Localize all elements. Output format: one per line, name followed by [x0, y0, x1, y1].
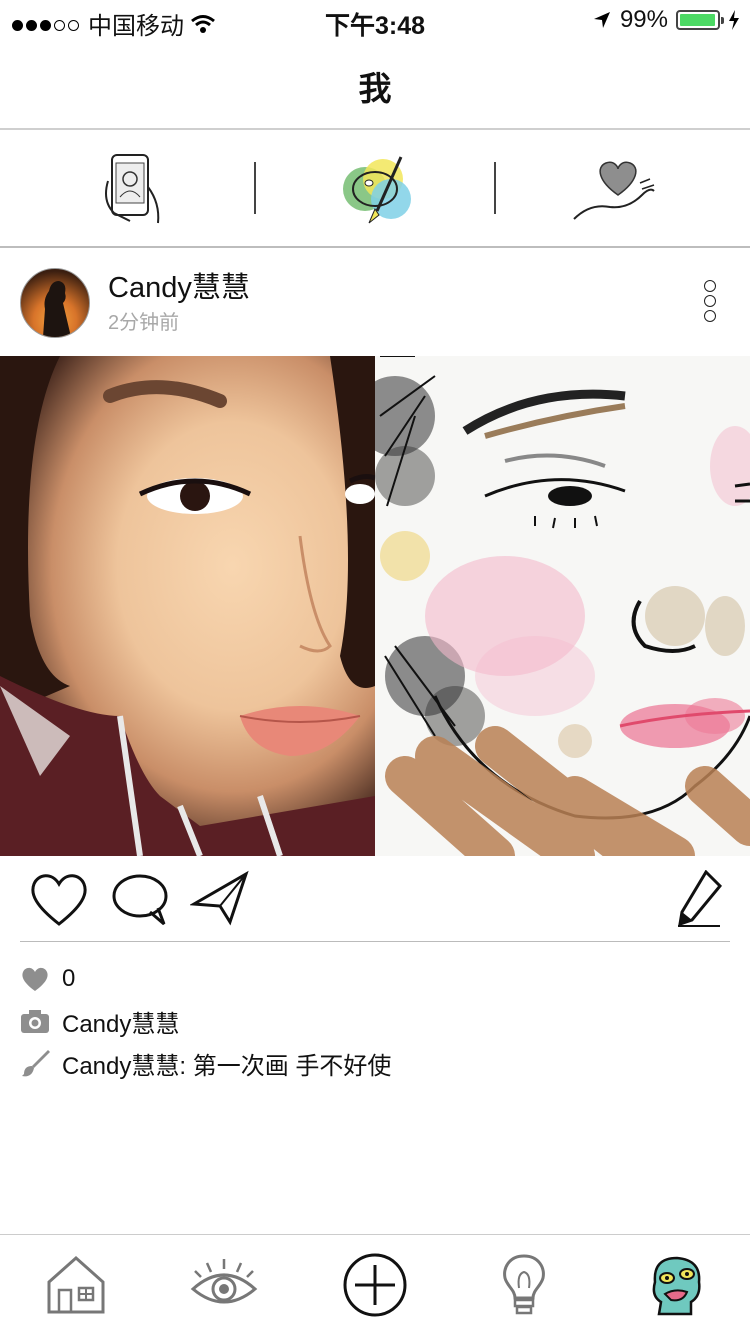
post-header: Candy慧慧 2分钟前: [0, 248, 750, 356]
add-icon: [343, 1253, 407, 1317]
segment-likes[interactable]: [560, 144, 670, 234]
tab-bar: [0, 1234, 750, 1335]
phone-drawing-icon: [105, 154, 160, 224]
selfie-photo: [0, 356, 375, 856]
navigation-bar: 我: [0, 40, 750, 130]
selfie-illustration: [0, 356, 375, 856]
post-username[interactable]: Candy慧慧: [108, 264, 250, 306]
tab-profile[interactable]: [640, 1249, 712, 1321]
post-meta: 0 Candy慧慧 Candy慧慧: 第一次画 手不好使: [20, 958, 730, 1084]
eye-icon: [190, 1259, 258, 1304]
tab-home[interactable]: [40, 1249, 112, 1321]
segment-my-drawings[interactable]: [80, 144, 190, 234]
face-sketch-illustration: [375, 356, 750, 856]
profile-monster-icon: [652, 1256, 701, 1316]
avatar-silhouette-icon: [43, 281, 71, 337]
segment-divider: [494, 162, 496, 214]
paintbrush-icon: [20, 1048, 50, 1078]
battery-icon: [676, 10, 724, 30]
heart-outline-icon: [31, 874, 87, 926]
likes-row: 0: [20, 958, 730, 1000]
comment-button[interactable]: [110, 870, 170, 933]
more-options-icon[interactable]: [704, 280, 718, 322]
drawing-canvas: [375, 356, 750, 856]
profile-segment-control: [0, 130, 750, 248]
status-bar: 中国移动 下午3:48 99%: [0, 0, 750, 40]
speech-bubble-icon: [112, 874, 168, 926]
pencil-icon: [678, 869, 723, 927]
page-title: 我: [358, 70, 392, 107]
post-timestamp: 2分钟前: [108, 312, 180, 334]
tab-create[interactable]: [339, 1249, 411, 1321]
location-arrow-icon: [593, 12, 610, 28]
lightbulb-icon: [503, 1254, 545, 1315]
charging-icon: [729, 10, 739, 30]
paper-plane-icon: [189, 870, 249, 926]
action-divider: [20, 941, 730, 942]
post-image[interactable]: [0, 356, 750, 856]
palette-icon: [343, 156, 411, 224]
battery-percent: 99%: [619, 6, 668, 33]
home-icon: [47, 1255, 105, 1314]
camera-icon: [20, 1006, 50, 1036]
segment-paint[interactable]: [320, 144, 430, 234]
photographer-row: Candy慧慧: [20, 1000, 730, 1042]
tab-discover[interactable]: [188, 1249, 260, 1321]
post-action-bar: [0, 858, 750, 942]
redraw-button[interactable]: [676, 869, 723, 933]
segment-divider: [254, 162, 256, 214]
likes-count: 0: [62, 965, 76, 992]
heart-filled-icon: [20, 964, 50, 994]
post-caption: Candy慧慧: 第一次画 手不好使: [62, 1052, 392, 1080]
tab-ideas[interactable]: [488, 1249, 560, 1321]
caption-row: Candy慧慧: 第一次画 手不好使: [20, 1042, 730, 1084]
photographer-name[interactable]: Candy慧慧: [62, 1004, 179, 1039]
share-button[interactable]: [189, 870, 250, 933]
heart-hand-icon: [573, 161, 655, 220]
avatar[interactable]: [20, 268, 90, 338]
like-button[interactable]: [28, 870, 90, 933]
